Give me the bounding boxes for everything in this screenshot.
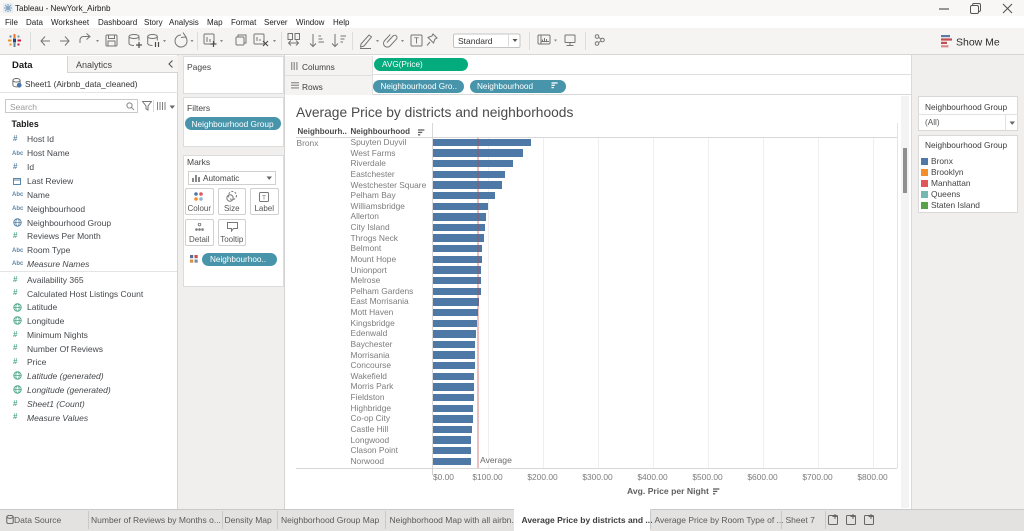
svg-text:Standard: Standard — [458, 36, 493, 46]
svg-text:T: T — [414, 37, 419, 46]
svg-text:T: T — [262, 195, 266, 202]
svg-text:Show Me: Show Me — [956, 37, 1000, 49]
